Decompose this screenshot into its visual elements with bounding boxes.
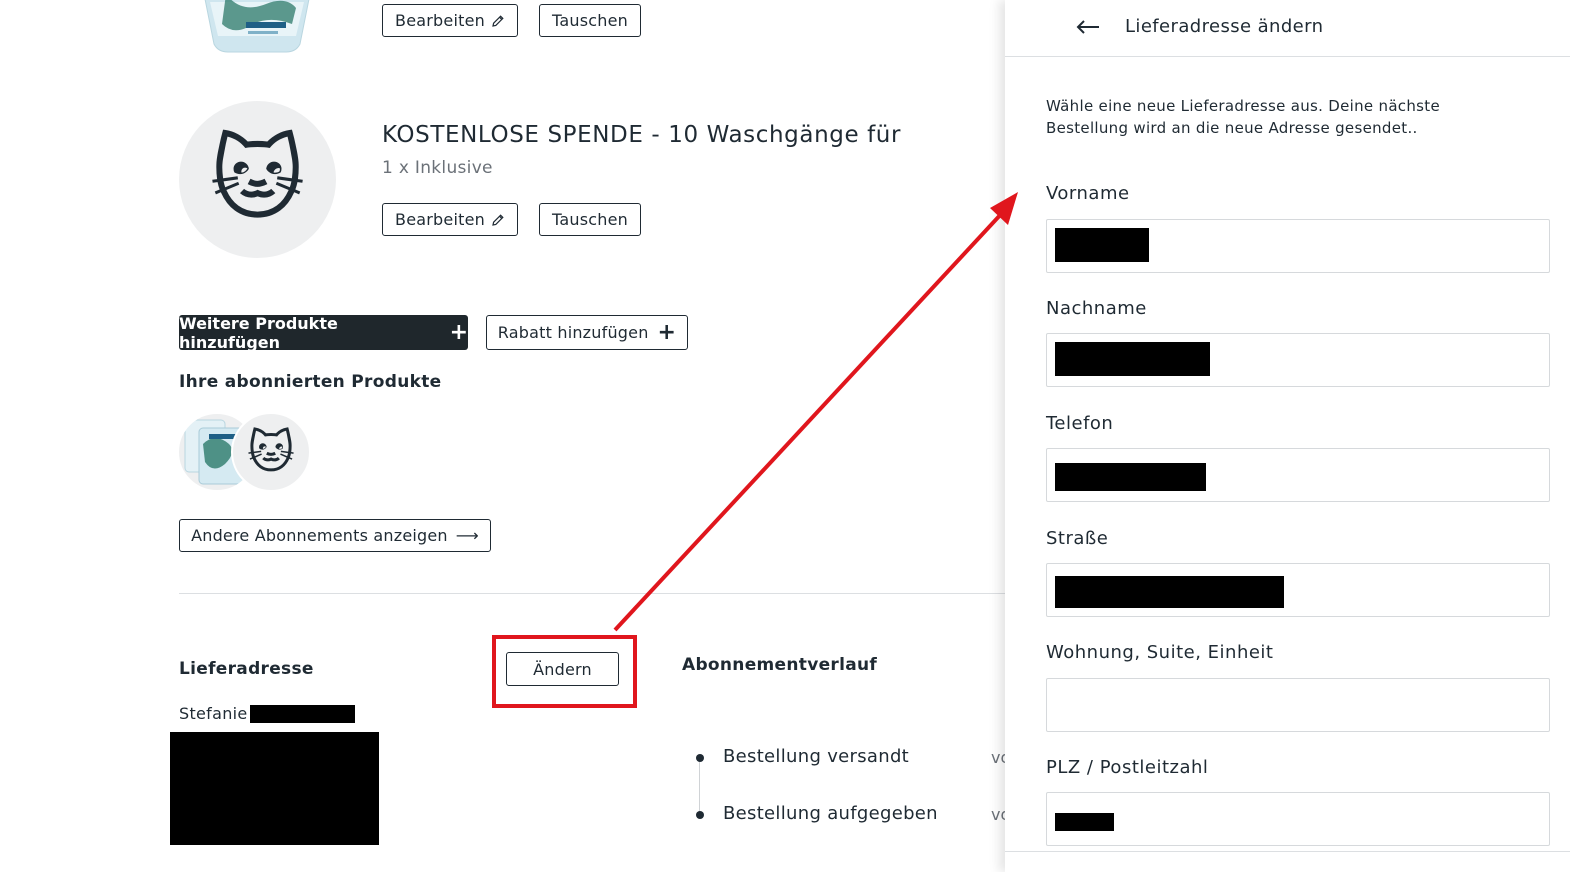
add-products-button[interactable]: Weitere Produkte hinzufügen + [179, 313, 468, 352]
product-title: KOSTENLOSE SPENDE - 10 Waschgänge für [382, 122, 902, 148]
add-products-label: Weitere Produkte hinzufügen [179, 313, 338, 352]
swap-label: Tauschen [552, 210, 628, 229]
drawer-title: Lieferadresse ändern [1125, 16, 1324, 37]
history-item-label: Bestellung versandt [723, 746, 910, 767]
add-discount-label: Rabatt hinzufügen [497, 323, 649, 342]
change-address-drawer: Lieferadresse ändern Wähle eine neue Lie… [1005, 0, 1570, 872]
apartment-label: Wohnung, Suite, Einheit [1046, 642, 1274, 663]
cat-face-icon: 🐱 [247, 425, 295, 479]
other-subscriptions-label: Andere Abonnements anzeigen [191, 526, 448, 545]
first-name-label: Vorname [1046, 183, 1130, 204]
redacted-last-name [250, 705, 355, 723]
first-name-field[interactable] [1046, 219, 1550, 273]
drawer-bottom-divider [1005, 851, 1570, 852]
last-name-field[interactable] [1046, 333, 1550, 387]
phone-field[interactable] [1046, 448, 1550, 502]
pencil-icon [492, 14, 504, 27]
redacted-address-block [170, 732, 379, 845]
redacted-value [1055, 576, 1284, 608]
subscribed-products-heading: Ihre abonnierten Produkte [179, 372, 442, 392]
postal-code-field[interactable] [1046, 792, 1550, 846]
donation-product-image: 🐱 [179, 101, 336, 258]
arrow-right-icon: ⟶ [455, 526, 479, 545]
cat-face-icon: 🐱 [209, 125, 306, 233]
redacted-value [1055, 342, 1210, 376]
drawer-description: Wähle eine neue Lieferadresse aus. Deine… [1046, 97, 1440, 137]
product-quantity: 1 x Inklusive [382, 158, 493, 178]
street-label: Straße [1046, 528, 1109, 549]
street-field[interactable] [1046, 563, 1550, 617]
edit-label: Bearbeiten [395, 210, 485, 229]
apartment-field[interactable] [1046, 678, 1550, 732]
plus-icon: + [657, 319, 677, 345]
edit-button-top-product[interactable]: Bearbeiten [382, 4, 518, 37]
add-discount-button[interactable]: Rabatt hinzufügen + [486, 315, 688, 350]
subscribed-product-thumb-donation[interactable]: 🐱 [231, 412, 311, 492]
plus-icon: + [449, 319, 468, 345]
edit-button-donation-product[interactable]: Bearbeiten [382, 203, 518, 236]
annotation-highlight-box [492, 635, 637, 708]
timeline-dot [696, 811, 704, 819]
postal-code-label: PLZ / Postleitzahl [1046, 757, 1209, 778]
section-divider [179, 593, 1005, 594]
page: Bearbeiten Tauschen 🐱 KOSTENLOSE SPENDE … [0, 0, 1570, 872]
subscription-history-heading: Abonnementverlauf [682, 655, 878, 675]
pencil-icon [492, 213, 504, 226]
drawer-header: Lieferadresse ändern [1005, 0, 1570, 57]
timeline-line [699, 762, 700, 814]
delivery-first-name: Stefanie [179, 704, 248, 723]
redacted-value [1055, 228, 1149, 262]
detergent-pack-image [196, 0, 318, 54]
other-subscriptions-button[interactable]: Andere Abonnements anzeigen ⟶ [179, 519, 491, 552]
timeline-dot [696, 754, 704, 762]
redacted-value [1055, 813, 1114, 831]
back-arrow-icon[interactable] [1075, 15, 1101, 39]
history-item-label: Bestellung aufgegeben [723, 803, 938, 824]
redacted-value [1055, 463, 1206, 491]
swap-label: Tauschen [552, 11, 628, 30]
swap-button-donation-product[interactable]: Tauschen [539, 203, 641, 236]
delivery-address-heading: Lieferadresse [179, 659, 314, 679]
last-name-label: Nachname [1046, 298, 1147, 319]
edit-label: Bearbeiten [395, 11, 485, 30]
phone-label: Telefon [1046, 413, 1114, 434]
swap-button-top-product[interactable]: Tauschen [539, 4, 641, 37]
subscription-main-content: Bearbeiten Tauschen 🐱 KOSTENLOSE SPENDE … [0, 0, 1010, 872]
